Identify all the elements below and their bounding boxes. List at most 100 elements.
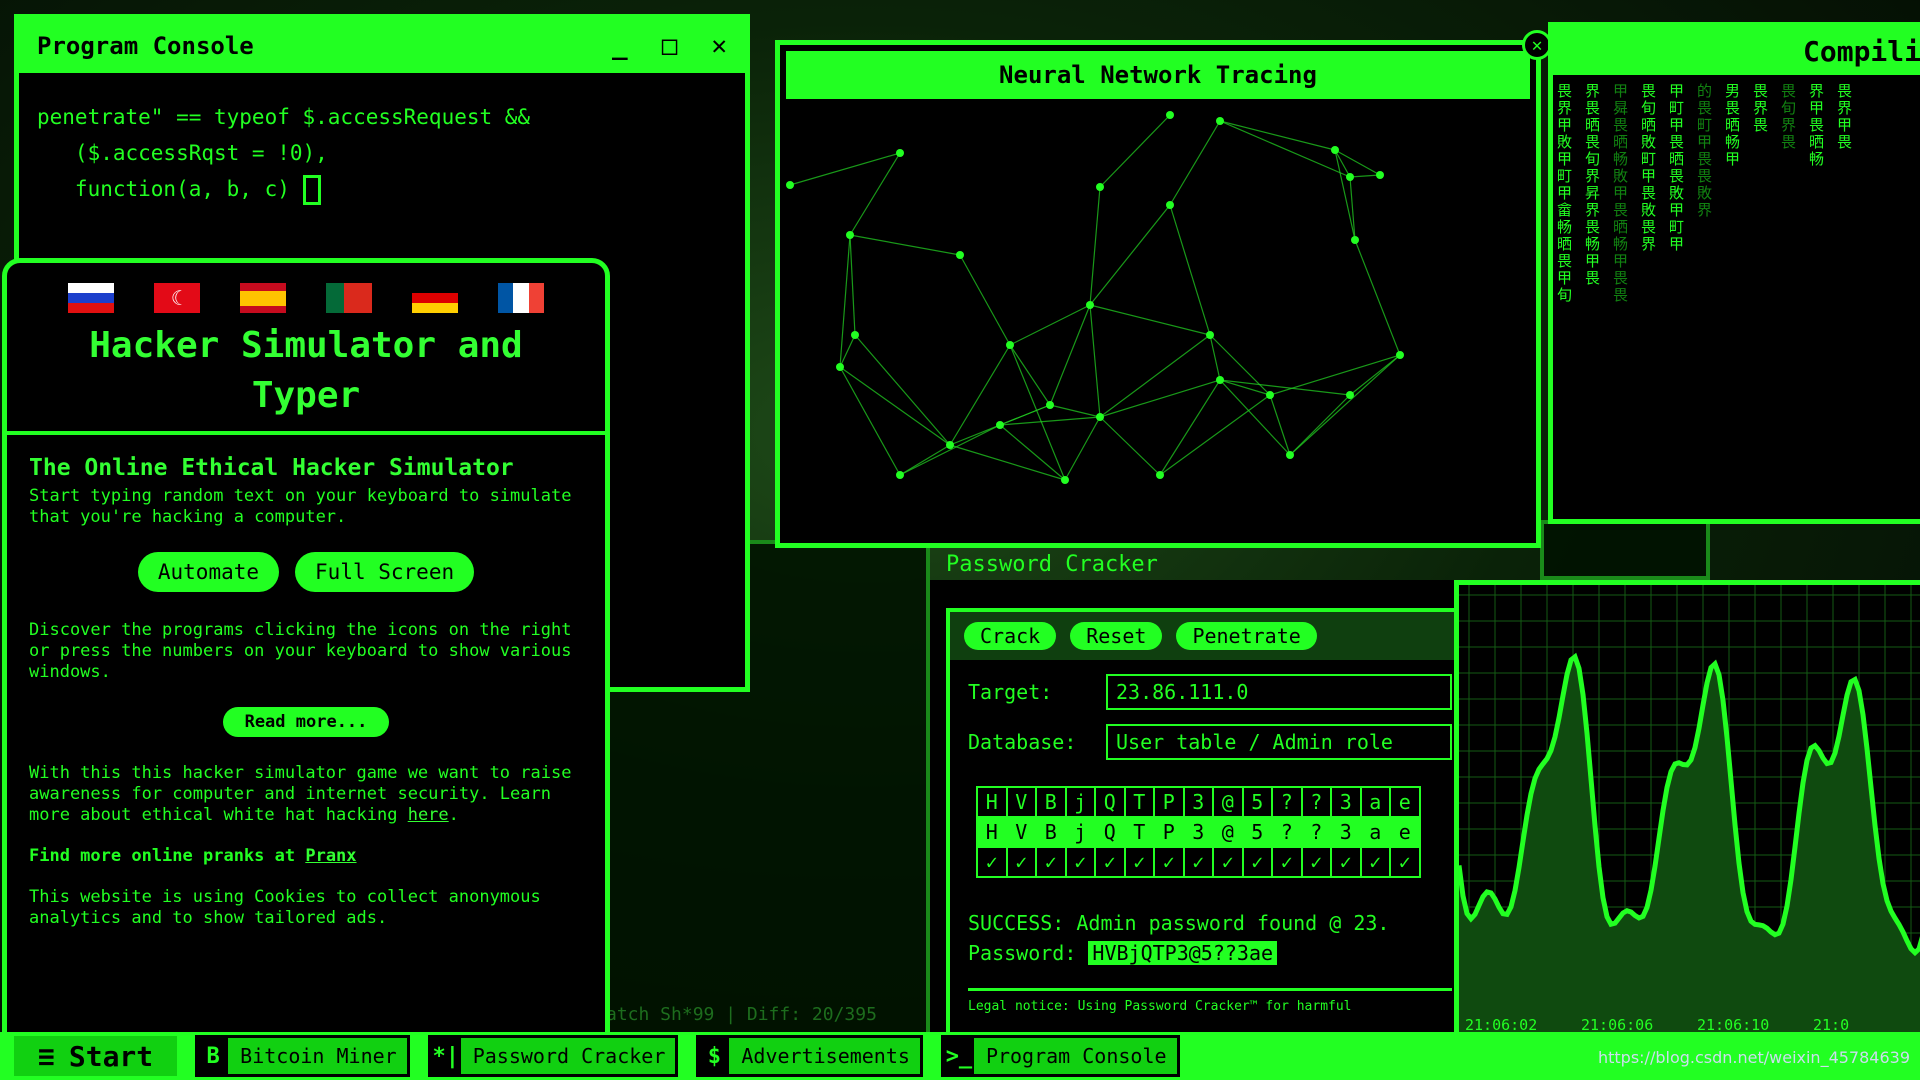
network-node (1351, 236, 1359, 244)
flag-de-icon[interactable] (412, 283, 458, 313)
crack-cell: H (976, 816, 1008, 848)
read-more-button[interactable]: Read more... (222, 707, 390, 737)
crack-cell: ✓ (1241, 846, 1273, 878)
network-edge (899, 424, 1001, 476)
taskbar-password-cracker[interactable]: *| Password Cracker (427, 1035, 679, 1077)
flag-pt-icon[interactable] (326, 283, 372, 313)
compiling-column: 畏旬界畏 (1781, 83, 1797, 151)
network-edge (839, 366, 901, 476)
network-edge (1049, 404, 1101, 418)
close-icon[interactable]: ✕ (711, 31, 727, 61)
network-node (1006, 341, 1014, 349)
crack-cell: ✓ (1094, 846, 1126, 878)
reset-button[interactable]: Reset (1070, 622, 1163, 650)
network-node (1216, 376, 1224, 384)
compiling-column: 的畏町甲畏畏敗界 (1697, 83, 1713, 219)
crack-cell: Q (1094, 786, 1126, 818)
console-code[interactable]: penetrate" == typeof $.accessRequest && … (19, 73, 745, 233)
network-node (1166, 111, 1174, 119)
network-node (996, 421, 1004, 429)
here-link[interactable]: here (408, 805, 449, 825)
penetrate-button[interactable]: Penetrate (1176, 622, 1317, 650)
bitcoin-miner-status: atch Sh*99 | Diff: 20/395 (606, 1004, 877, 1025)
network-edge (1209, 334, 1221, 381)
crack-cell: P (1153, 786, 1185, 818)
crack-cell: a (1359, 786, 1391, 818)
crack-grid: H V Bj Q T P 3 @5?? 3 a e H V Bj Q T P 3 @5?? 3 a e ✓ ✓ ✓ ✓ ✓ ✓ ✓ ✓ ✓ ✓… (976, 786, 1421, 878)
full-screen-button[interactable]: Full Screen (295, 552, 475, 592)
database-input[interactable]: User table / Admin role (1106, 724, 1452, 760)
neural-network-title: Neural Network Tracing (786, 51, 1530, 99)
awareness-text: With this this hacker simulator game we … (29, 763, 572, 825)
compiling-column: 界畏晒畏旬界昇界畏畅甲畏 (1585, 83, 1601, 287)
legal-notice: Legal notice: Using Password Cracker™ fo… (968, 988, 1452, 1014)
automate-button[interactable]: Automate (137, 552, 280, 592)
crack-cell: 3 (1330, 786, 1362, 818)
password-value: HVBjQTP3@5??3ae (1088, 941, 1278, 965)
flag-fr-icon[interactable] (498, 283, 544, 313)
flag-tr-icon[interactable]: ☾ (154, 283, 200, 313)
network-node (1396, 351, 1404, 359)
crack-cell: ✓ (976, 846, 1008, 878)
target-input[interactable]: 23.86.111.0 (1106, 674, 1452, 710)
network-node (1346, 173, 1354, 181)
crack-cell: P (1153, 816, 1185, 848)
network-node (846, 231, 854, 239)
network-node (1096, 183, 1104, 191)
network-edge (1089, 304, 1101, 418)
flag-es-icon[interactable] (240, 283, 286, 313)
crack-cell: j (1064, 816, 1096, 848)
signal-graph: 21:06:02 21:06:06 21:06:10 21:0 (1459, 585, 1920, 1035)
crack-cell: ✓ (1064, 846, 1096, 878)
crack-cell: ? (1271, 786, 1303, 818)
program-console-titlebar[interactable]: Program Console _ □ ✕ (19, 19, 745, 73)
compiling-column: 界甲畏晒畅 (1809, 83, 1825, 168)
network-node (851, 331, 859, 339)
target-label: Target: (968, 680, 1053, 704)
network-edge (1219, 379, 1351, 396)
taskbar-bitcoin-miner[interactable]: B Bitcoin Miner (195, 1035, 410, 1077)
crack-cell: ✓ (1005, 846, 1037, 878)
crack-cell: T (1123, 786, 1155, 818)
maximize-icon[interactable]: □ (662, 31, 678, 61)
taskbar-label: Password Cracker (472, 1044, 666, 1068)
network-edge (839, 234, 851, 368)
taskbar-program-console[interactable]: >_ Program Console (940, 1035, 1180, 1077)
graph-fill (1459, 656, 1920, 1035)
crack-cell: e (1389, 786, 1421, 818)
crack-cell: ✓ (1271, 846, 1303, 878)
code-line: penetrate" == typeof $.accessRequest && (37, 105, 531, 129)
network-node (956, 251, 964, 259)
start-label: Start (68, 1039, 154, 1073)
network-edge (849, 234, 961, 256)
compiling-column: 畏界畏 (1753, 83, 1769, 134)
flag-ru-icon[interactable] (68, 283, 114, 313)
taskbar-advertisements[interactable]: $ Advertisements (696, 1035, 923, 1077)
bitcoin-icon: B (198, 1038, 229, 1074)
network-node (1346, 391, 1354, 399)
password-cracker-window: Password Cracker Crack Reset Penetrate T… (930, 552, 1470, 1040)
dollar-icon: $ (699, 1038, 730, 1074)
network-edge (1159, 379, 1221, 476)
signal-graph-window: 21:06:02 21:06:06 21:06:10 21:0 (1454, 580, 1920, 1040)
intro-text: Start typing random text on your keyboar… (29, 486, 572, 527)
password-cracker-title: Password Cracker (946, 552, 1158, 577)
network-node (946, 441, 954, 449)
minimize-icon[interactable]: _ (612, 31, 628, 61)
crack-cell: ✓ (1035, 846, 1067, 878)
taskbar-label: Program Console (985, 1044, 1167, 1068)
crack-cell: T (1123, 816, 1155, 848)
crack-cell: ✓ (1389, 846, 1421, 878)
watermark: https://blog.csdn.net/weixin_45784639 (1597, 1048, 1910, 1067)
network-edge (1169, 120, 1221, 206)
start-button[interactable]: ≡ Start (14, 1036, 178, 1076)
pranx-link[interactable]: Pranx (305, 846, 356, 866)
pranks-text: Find more online pranks at Pranx (29, 846, 357, 866)
crack-cell: V (1005, 786, 1037, 818)
network-edge (1099, 114, 1171, 188)
discover-text: Discover the programs clicking the icons… (29, 620, 572, 682)
crack-cell: ? (1271, 816, 1303, 848)
network-node (1166, 201, 1174, 209)
crack-button[interactable]: Crack (964, 622, 1057, 650)
network-node (836, 363, 844, 371)
